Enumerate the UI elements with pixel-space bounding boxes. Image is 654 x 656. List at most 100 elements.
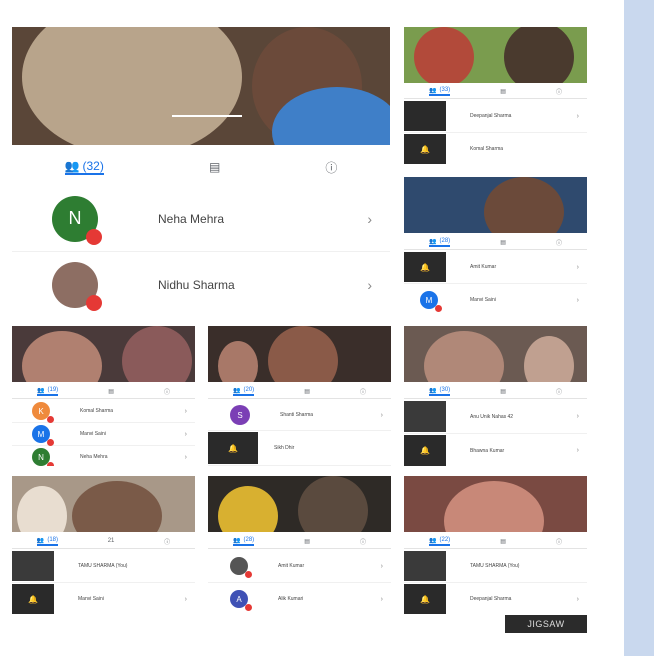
participant-name: Shanti Sharma (280, 412, 314, 418)
tabbar: 👥 (18) 21 ⓘ (12, 534, 195, 549)
avatar (52, 261, 102, 311)
tab-participants[interactable]: 👥 (28) (233, 537, 255, 546)
bell-icon: 🔔 (228, 443, 238, 453)
list-item[interactable]: A Alik Kumari › (208, 583, 391, 614)
avatar: N (52, 195, 102, 245)
chevron-right-icon: › (380, 562, 383, 570)
video-tile (404, 401, 446, 432)
tab-participants[interactable]: 👥 (33) (429, 87, 451, 96)
info-icon: ⓘ (555, 240, 562, 247)
tab-participants[interactable]: 👥 (22) (429, 537, 451, 546)
participant-name: Komal Sharma (80, 408, 114, 414)
video-tile: 🔔 (404, 584, 446, 614)
tab-info[interactable]: ⓘ (556, 537, 562, 546)
list-item[interactable]: Deepanjal Sharma › (404, 100, 587, 133)
tab-info[interactable]: ⓘ (360, 387, 366, 396)
participant-name: Neha Mehra (80, 454, 108, 460)
tab-info[interactable]: ⓘ (164, 537, 170, 546)
people-icon: 👥 (233, 537, 241, 544)
video-tile: 🔔 (208, 432, 258, 464)
participant-name: Deepanjal Sharma (470, 113, 512, 119)
info-icon: ⓘ (555, 89, 562, 96)
list-item[interactable]: TAMU SHARMA (You) (404, 550, 587, 583)
main-video-feed (12, 27, 390, 145)
tab-chat[interactable]: ▤ (500, 239, 506, 246)
tab-chat[interactable]: ▤ (500, 88, 506, 95)
list-item[interactable]: TAMU SHARMA (You) (12, 550, 195, 583)
participant-name: Sikh Dhir (274, 445, 295, 451)
mic-off-icon (86, 228, 102, 245)
participant-name: Manvi Saini (78, 596, 104, 602)
chevron-right-icon: › (576, 447, 579, 454)
participant-name: Deepanjal Sharma (470, 596, 512, 602)
chat-badge: 21 (107, 538, 115, 544)
list-item[interactable]: 🔔 Manvi Saini › (12, 583, 195, 614)
bell-icon: 🔔 (420, 144, 430, 154)
tab-info[interactable]: ⓘ (360, 537, 366, 546)
video-tile (12, 551, 54, 581)
list-item[interactable]: N Neha Mehra › (12, 186, 390, 252)
list-item[interactable]: 🔔 Deepanjal Sharma › (404, 583, 587, 614)
participant-name: Neha Mehra (158, 211, 225, 226)
info-icon: ⓘ (325, 160, 338, 175)
tab-chat[interactable]: ▤ (500, 388, 506, 395)
participant-name: TAMU SHARMA (You) (78, 563, 128, 569)
chevron-right-icon: › (184, 453, 187, 461)
info-icon: ⓘ (555, 539, 562, 546)
list-item[interactable]: S Shanti Sharma › (208, 400, 391, 431)
main-participant-list: N Neha Mehra › Nidhu Sharma › (12, 186, 390, 316)
chevron-right-icon: › (367, 276, 372, 293)
tab-chat[interactable]: ▤ (500, 538, 506, 545)
info-icon: ⓘ (359, 389, 366, 396)
list-item[interactable]: 🔔 Komal Sharma (404, 133, 587, 164)
tab-info[interactable]: ⓘ (556, 87, 562, 96)
tab-participants[interactable]: 👥 (32) (64, 159, 104, 175)
list-item[interactable]: K Komal Sharma › (12, 400, 195, 423)
tab-chat[interactable]: ▤ (304, 388, 310, 395)
list-item[interactable]: M Manvi Saini › (404, 284, 587, 315)
tab-info[interactable]: ⓘ (164, 387, 170, 396)
list-item[interactable]: 🔔 Bhawna Kumar › (404, 434, 587, 466)
tab-participants[interactable]: 👥 (30) (429, 387, 451, 396)
tab-participants[interactable]: 👥 (28) (429, 238, 451, 247)
participant-name: TAMU SHARMA (You) (470, 563, 520, 569)
tabbar: 👥 (20) ▤ ⓘ (208, 384, 391, 399)
chat-icon: ▤ (208, 160, 221, 174)
mic-off-icon (435, 305, 442, 312)
tab-chat[interactable]: ▤ (304, 538, 310, 545)
tab-participants[interactable]: 👥 (19) (37, 387, 59, 396)
list-item[interactable]: 🔔 Sikh Dhir (208, 431, 391, 466)
tab-chat[interactable]: ▤ (108, 388, 114, 395)
tab-info[interactable]: ⓘ (556, 238, 562, 247)
participant-name: Bhawna Kumar (470, 447, 505, 454)
list-item[interactable]: 🔔 Amit Kumar › (404, 251, 587, 284)
tab-participants[interactable]: 👥 (18) (36, 537, 58, 546)
list-item[interactable]: N Neha Mehra › (12, 446, 195, 466)
chat-icon: ▤ (500, 239, 506, 246)
avatar: M (420, 291, 442, 312)
mic-off-icon (47, 439, 54, 446)
participants-count: (18) (47, 537, 58, 543)
video-feed (12, 476, 195, 532)
tab-chat[interactable]: 21 (108, 538, 115, 544)
participant-name: Nidhu Sharma (158, 277, 235, 292)
list-item[interactable]: Anu Unik Nahas 42 › (404, 400, 587, 434)
list-item[interactable]: Amit Kumar › (208, 550, 391, 583)
list-item[interactable]: M Manvi Saini › (12, 423, 195, 446)
tab-info[interactable]: ⓘ (325, 159, 337, 176)
tabbar: 👥 (19) ▤ ⓘ (12, 384, 195, 399)
tab-participants[interactable]: 👥 (20) (233, 387, 255, 396)
participants-count: (30) (439, 387, 451, 393)
chat-icon: ▤ (108, 388, 114, 395)
participant-list: TAMU SHARMA (You) 🔔 Manvi Saini › (12, 550, 195, 614)
chevron-right-icon: › (576, 263, 579, 271)
participant-name: Manvi Saini (470, 297, 496, 303)
info-icon: ⓘ (555, 389, 562, 396)
tab-chat[interactable]: ▤ (209, 160, 220, 174)
chevron-right-icon: › (380, 411, 383, 419)
participant-list: Anu Unik Nahas 42 › 🔔 Bhawna Kumar › (404, 400, 587, 466)
participants-count: (32) (82, 159, 104, 173)
participant-list: 🔔 Amit Kumar › M Manvi Saini › (404, 251, 587, 315)
tab-info[interactable]: ⓘ (556, 387, 562, 396)
list-item[interactable]: Nidhu Sharma › (12, 252, 390, 316)
